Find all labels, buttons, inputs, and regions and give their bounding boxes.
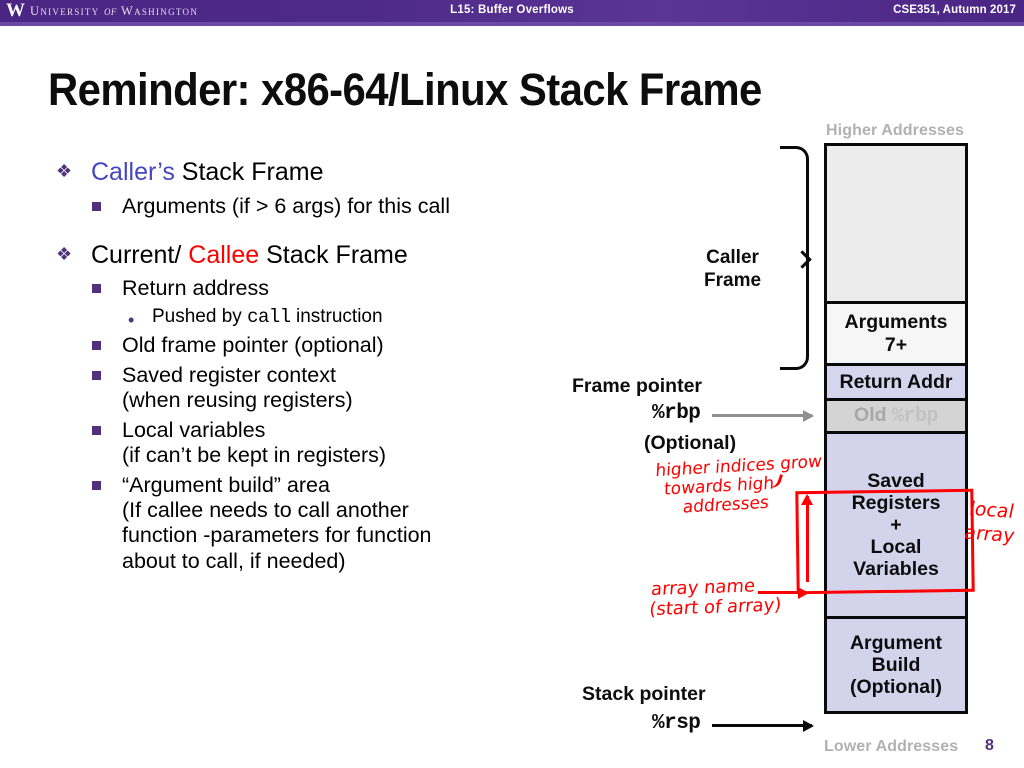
bullet-return-address-label: Return address — [122, 276, 269, 301]
caller-highlight: Caller’s — [91, 158, 175, 186]
saved-register-line2: (when reusing registers) — [122, 387, 353, 412]
caller-heading-rest: Stack Frame — [174, 158, 324, 186]
build-line3: (Optional) — [849, 676, 943, 699]
annotation-array-name-line2: (start of array) — [648, 594, 783, 620]
old-word: Old — [854, 403, 892, 426]
dot-bullet-icon: • — [128, 310, 135, 331]
old-rbp-register: %rbp — [891, 404, 939, 428]
page-title: Reminder: x86-64/Linux Stack Frame — [48, 64, 762, 115]
bullet-pushed-by-call: • Pushed by call instruction — [46, 306, 586, 331]
bullet-old-frame-pointer: Old frame pointer (optional) — [46, 333, 586, 358]
course-term: CSE351, Autumn 2017 — [893, 4, 1016, 16]
square-bullet-icon — [92, 340, 101, 350]
bullet-argument-build-area: “Argument build” area (If callee needs t… — [46, 473, 586, 574]
bullet-local-variables: Local variables (if can’t be kept in reg… — [46, 418, 586, 468]
caller-frame-line2: Frame — [704, 269, 762, 291]
bullet-callee-stack-frame: ❖ Current/ Callee Stack Frame — [46, 241, 586, 271]
square-bullet-icon — [92, 284, 101, 294]
saved-register-line1: Saved register context — [122, 362, 336, 387]
argument-build-line2: (If callee needs to call another — [122, 498, 409, 523]
argument-build-line4: about to call, if needed) — [122, 548, 346, 573]
lower-addresses-label: Lower Addresses — [824, 738, 959, 755]
stack-cell-return-addr: Return Addr — [824, 363, 968, 398]
frame-pointer-optional-label: (Optional) — [644, 432, 737, 454]
annotation-local-array-box — [795, 488, 975, 595]
build-line2: Build — [871, 653, 921, 676]
stack-cell-arguments-line1: Arguments — [844, 311, 948, 334]
stack-cell-old-rbp-label: Old %rbp — [854, 404, 938, 429]
annotation-growth-arrow-icon — [801, 494, 813, 582]
diamond-bullet-icon: ❖ — [56, 243, 73, 264]
stack-diagram: Arguments 7+ Return Addr Old %rbp Saved … — [824, 143, 968, 714]
bullet-return-address: Return address — [46, 276, 586, 301]
higher-addresses-label: Higher Addresses — [826, 122, 964, 139]
stack-pointer-register: %rsp — [652, 712, 701, 735]
banner-underline — [0, 22, 1024, 26]
caller-frame-label: Caller Frame — [704, 247, 761, 293]
bullet-old-frame-pointer-label: Old frame pointer (optional) — [122, 332, 384, 357]
bullet-body: ❖ Caller’s Stack Frame Arguments (if > 6… — [46, 158, 586, 579]
local-variables-line1: Local variables — [122, 417, 266, 442]
stack-pointer-arrow-icon — [712, 719, 814, 732]
square-bullet-icon — [92, 481, 101, 491]
stack-cell-old-rbp: Old %rbp — [824, 398, 968, 431]
diamond-bullet-icon: ❖ — [56, 161, 73, 181]
callee-heading-pre: Current/ — [91, 240, 189, 269]
slide-number: 8 — [985, 737, 994, 754]
caller-frame-brace-icon — [780, 146, 809, 370]
argument-build-line3: function -parameters for function — [122, 523, 432, 548]
pushed-post: instruction — [290, 306, 383, 328]
bullet-saved-register-context: Saved register context (when reusing reg… — [46, 363, 586, 413]
stack-cell-argument-build: Argument Build (Optional) — [824, 616, 968, 714]
square-bullet-icon — [92, 201, 101, 211]
callee-heading-rest: Stack Frame — [259, 240, 408, 269]
call-keyword: call — [247, 306, 291, 329]
pushed-pre: Pushed by — [152, 306, 248, 328]
frame-pointer-arrow-icon — [712, 409, 814, 422]
lecture-title: L15: Buffer Overflows — [450, 4, 574, 16]
stack-cell-empty — [824, 143, 968, 301]
stack-pointer-label: Stack pointer — [582, 683, 706, 705]
square-bullet-icon — [92, 370, 101, 380]
bullet-arguments: Arguments (if > 6 args) for this call — [46, 194, 586, 219]
caller-frame-line1: Caller — [706, 247, 759, 268]
square-bullet-icon — [92, 425, 101, 435]
annotation-local-array-line1: local — [967, 498, 1017, 523]
annotation-array-name-arrow-icon — [758, 586, 809, 599]
slide: W University of Washington L15: Buffer O… — [0, 0, 1024, 768]
stack-cell-arguments-line2: 7+ — [884, 333, 908, 356]
bullet-arguments-label: Arguments (if > 6 args) for this call — [122, 193, 450, 218]
bullet-caller-stack-frame: ❖ Caller’s Stack Frame — [46, 158, 586, 188]
stack-cell-arguments: Arguments 7+ — [824, 301, 968, 363]
local-variables-line2: (if can’t be kept in registers) — [122, 443, 387, 468]
callee-highlight: Callee — [188, 240, 260, 269]
frame-pointer-label: Frame pointer — [572, 375, 703, 397]
argument-build-line1: “Argument build” area — [122, 473, 330, 498]
stack-cell-return-addr-label: Return Addr — [839, 370, 953, 393]
build-line1: Argument — [849, 631, 943, 654]
frame-pointer-register: %rbp — [652, 402, 701, 425]
